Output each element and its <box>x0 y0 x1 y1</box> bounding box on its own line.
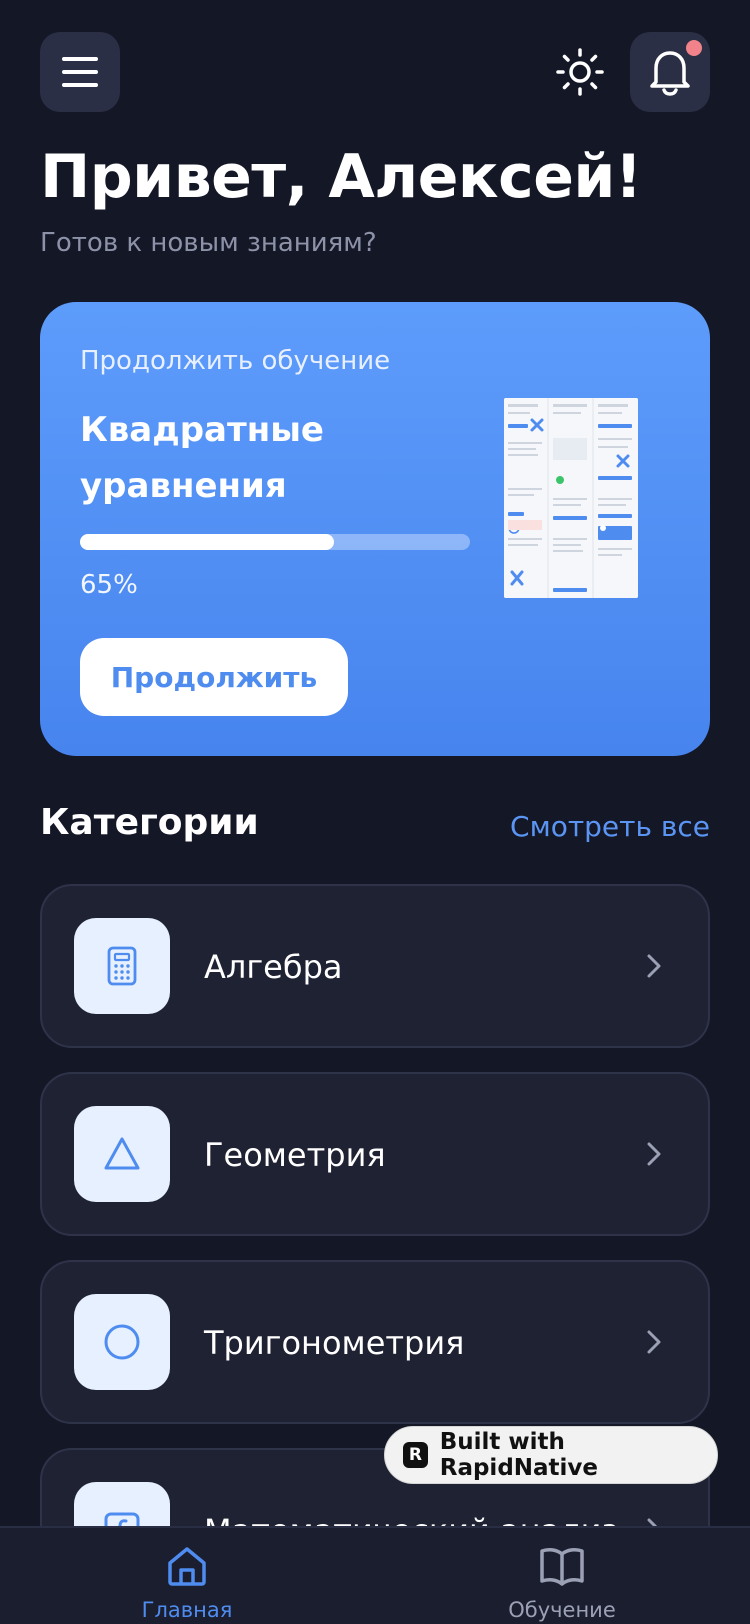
notification-dot <box>686 40 702 56</box>
bottom-tab-bar: Главная Обучение <box>0 1526 750 1624</box>
page-title: Привет, Алексей! <box>40 142 642 212</box>
notifications-button[interactable] <box>630 32 710 112</box>
chevron-right-icon <box>647 954 661 978</box>
continue-button[interactable]: Продолжить <box>80 638 348 716</box>
triangle-icon <box>74 1106 170 1202</box>
sun-icon[interactable] <box>554 46 606 98</box>
tab-home[interactable]: Главная <box>107 1544 267 1622</box>
continue-learning-card[interactable]: Продолжить обучение Квадратные уравнения… <box>40 302 710 756</box>
category-label: Тригонометрия <box>204 1324 465 1362</box>
badge-label: Built with RapidNative <box>439 1429 599 1481</box>
chevron-right-icon <box>647 1142 661 1166</box>
progress-fill <box>80 534 334 550</box>
progress-label: 65% <box>80 570 138 600</box>
chevron-right-icon <box>647 1330 661 1354</box>
tab-learning[interactable]: Обучение <box>482 1544 642 1622</box>
category-trigonometry[interactable]: Тригонометрия <box>40 1260 710 1424</box>
tab-label: Главная <box>141 1598 233 1622</box>
category-algebra[interactable]: Алгебра <box>40 884 710 1048</box>
see-all-link[interactable]: Смотреть все <box>510 810 710 843</box>
tab-label: Обучение <box>508 1598 616 1622</box>
top-bar <box>40 32 710 112</box>
course-title: Квадратные уравнения <box>80 410 324 506</box>
course-preview-image <box>504 398 638 598</box>
category-label: Алгебра <box>204 948 343 986</box>
book-icon <box>540 1548 584 1586</box>
menu-button[interactable] <box>40 32 120 112</box>
bell-icon <box>650 51 690 96</box>
menu-icon-line <box>62 83 98 87</box>
card-kicker: Продолжить обучение <box>80 346 391 376</box>
built-with-badge[interactable]: R Built with RapidNative <box>384 1426 718 1484</box>
menu-icon-line <box>62 57 98 61</box>
circle-icon <box>74 1294 170 1390</box>
calculator-icon <box>74 918 170 1014</box>
rapidnative-logo-icon: R <box>403 1442 428 1468</box>
category-geometry[interactable]: Геометрия <box>40 1072 710 1236</box>
page-subtitle: Готов к новым знаниям? <box>40 228 377 258</box>
category-label: Геометрия <box>204 1136 386 1174</box>
menu-icon-line <box>62 70 98 74</box>
home-icon <box>168 1547 206 1586</box>
categories-title: Категории <box>40 802 259 843</box>
progress-bar <box>80 534 470 550</box>
